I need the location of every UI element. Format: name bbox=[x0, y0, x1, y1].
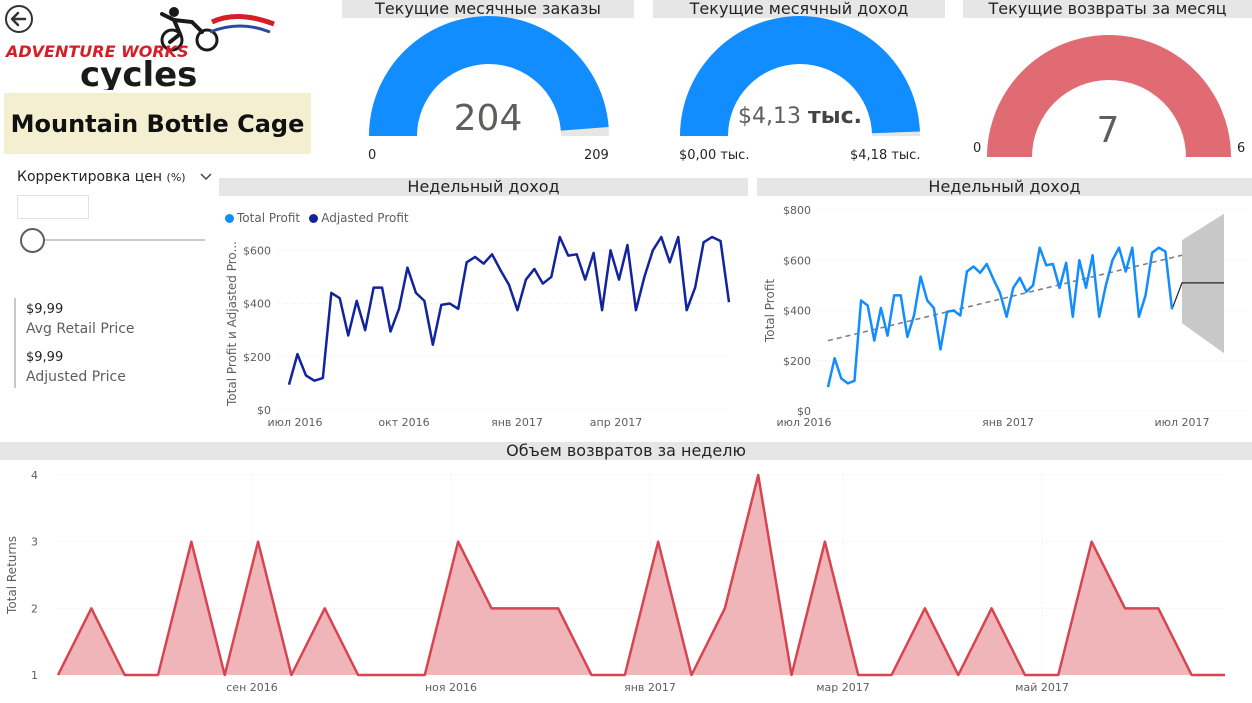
chart-profit-forecast: $0$200$400$600$800июл 2016 янв 2017 июл 20… bbox=[763, 204, 1247, 429]
gauge-returns-min: 0 bbox=[973, 141, 982, 156]
gauge-revenue-unit: тыс. bbox=[807, 104, 863, 129]
gauge-orders-value: 204 bbox=[453, 98, 523, 139]
x-tick-label: апр 2017 bbox=[590, 416, 642, 429]
y-tick-label: 1 bbox=[31, 669, 38, 682]
series-line-total-profit bbox=[826, 246, 1174, 388]
gauge-revenue-value: $4,13 bbox=[737, 104, 801, 129]
price-adjust-slider-thumb[interactable] bbox=[20, 228, 45, 253]
y-tick-label: 4 bbox=[31, 469, 38, 482]
gauge-returns-max: 6 bbox=[1237, 141, 1246, 156]
x-tick-label: май 2017 bbox=[1015, 681, 1069, 694]
x-tick-label: ноя 2016 bbox=[425, 681, 477, 694]
x-tick-label: окт 2016 bbox=[378, 416, 429, 429]
trend-line bbox=[827, 254, 1183, 342]
gauge-returns-value: 7 bbox=[1096, 110, 1120, 151]
x-tick-label: янв 2017 bbox=[982, 416, 1034, 429]
gauge-revenue-value-wrap: $4,13 тыс. bbox=[712, 104, 888, 129]
price-adjust-slider-track[interactable] bbox=[32, 239, 205, 241]
chevron-down-icon[interactable] bbox=[200, 170, 212, 184]
price-kpi-card: $9,99 Avg Retail Price $9,99 Adjusted Pr… bbox=[14, 298, 204, 388]
series-line-adjusted-profit bbox=[287, 235, 731, 386]
y-tick-label: $400 bbox=[783, 305, 811, 318]
y-axis-title: Total Profit и Adjasted Pro... bbox=[225, 241, 239, 407]
gauge-revenue-min: $0,00 тыс. bbox=[679, 148, 750, 163]
x-tick-label: сен 2016 bbox=[226, 681, 278, 694]
price-adjust-slicer-label: Корректировка цен (%) bbox=[17, 169, 186, 185]
y-tick-label: $200 bbox=[243, 351, 271, 364]
y-tick-label: $800 bbox=[783, 204, 811, 217]
y-tick-label: $400 bbox=[243, 298, 271, 311]
y-axis-title: Total Profit bbox=[763, 279, 777, 343]
y-tick-label: 3 bbox=[31, 536, 38, 549]
gauge-orders-max: 209 bbox=[584, 148, 609, 163]
adjusted-price-label: Adjusted Price bbox=[26, 369, 126, 385]
chart-weekly-profit-title: Недельный доход bbox=[219, 178, 748, 196]
y-axis-title: Total Returns bbox=[5, 536, 19, 615]
gauge-orders-min: 0 bbox=[368, 148, 377, 163]
y-tick-label: $200 bbox=[783, 355, 811, 368]
y-tick-label: $600 bbox=[783, 254, 811, 267]
y-tick-label: 2 bbox=[31, 602, 38, 615]
x-tick-label: янв 2017 bbox=[491, 416, 543, 429]
x-tick-label: янв 2017 bbox=[624, 681, 676, 694]
forecast-confidence-band bbox=[1182, 213, 1224, 354]
x-tick-label: июл 2016 bbox=[268, 416, 323, 429]
x-tick-label: июл 2016 bbox=[777, 416, 832, 429]
y-tick-label: $600 bbox=[243, 244, 271, 257]
chart-weekly-profit: $0$200$400$600июл 2016 окт 2016 янв 2017 ап… bbox=[225, 235, 731, 429]
chart-profit-forecast-title: Недельный доход bbox=[757, 178, 1252, 196]
price-adjust-input[interactable] bbox=[17, 195, 89, 219]
chart-weekly-returns: 1 2 3 4 сен 2016 ноя 2016 янв 2017 мар 2017 май … bbox=[5, 469, 1225, 694]
gauge-revenue-max: $4,18 тыс. bbox=[850, 148, 921, 163]
avg-retail-price-value: $9,99 bbox=[26, 302, 64, 317]
chart-weekly-returns-title: Объем возвратов за неделю bbox=[0, 442, 1252, 460]
avg-retail-price-label: Avg Retail Price bbox=[26, 321, 135, 337]
x-tick-label: мар 2017 bbox=[816, 681, 870, 694]
adjusted-price-value: $9,99 bbox=[26, 350, 64, 365]
x-tick-label: июл 2017 bbox=[1155, 416, 1210, 429]
